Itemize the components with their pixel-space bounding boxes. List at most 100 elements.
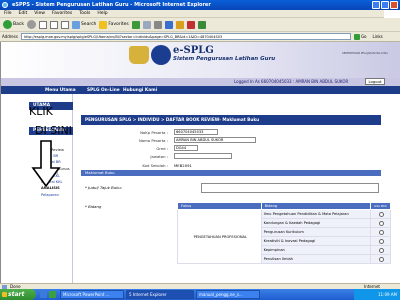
site-title: e-SPLG <box>173 45 214 56</box>
mail-button[interactable] <box>142 20 151 30</box>
site-banner: e-SPLG Sistem Pengurusan Latihan Guru KE… <box>1 42 400 78</box>
header-fokus: Fokus <box>177 202 262 210</box>
nav-bar: Menu Utama SPLG On-Line Hubungi Kami <box>1 86 400 94</box>
go-button[interactable]: Go <box>353 33 367 40</box>
menu-bar: File Edit View Favorites Tools Help <box>0 10 400 18</box>
print-button[interactable] <box>153 20 162 30</box>
menu-help[interactable]: Help <box>97 10 107 17</box>
jawatan-label: Jawatan : <box>150 154 168 159</box>
clock: 11:09 AM <box>378 292 397 297</box>
bidang-cell: Ilmu Pengetahuan Pendidikan & Mata Pelaj… <box>260 209 372 219</box>
site-subtitle: Sistem Pengurusan Latihan Guru <box>173 56 276 62</box>
bidang-radio[interactable] <box>379 220 385 226</box>
kod-sekolah-label: Kod Sekolah : <box>142 163 168 168</box>
menu-tools[interactable]: Tools <box>79 10 90 17</box>
star-icon <box>99 20 108 29</box>
logout-button[interactable]: Logout <box>365 78 385 85</box>
edit-button[interactable] <box>164 20 173 30</box>
home-icon <box>60 20 69 29</box>
go-label: Go <box>360 34 367 39</box>
back-arrow-icon <box>3 20 12 29</box>
menu-favorites[interactable]: Favorites <box>52 10 72 17</box>
windows-logo-icon <box>384 10 400 18</box>
nav-menu-utama[interactable]: Menu Utama <box>45 88 76 93</box>
bidang-cell: Kreativiti & Inovasi Pedagogi <box>260 236 372 246</box>
discuss-button[interactable] <box>175 20 184 30</box>
breadcrumb: PENGURUSAN SPLG > INDIVIDU > DAFTAR BOOK… <box>81 115 381 125</box>
research-button[interactable] <box>186 20 195 30</box>
sidebar-item-pelaporan[interactable]: Pelaporan <box>41 193 59 197</box>
radio-cell <box>370 227 391 237</box>
messenger-icon <box>197 20 206 29</box>
sidebar: UTAMA PERSEDIAAN-SPLG Book Review (BR) D… <box>1 94 73 283</box>
logged-in-text: Logged In As 660704045033 : AMRAN BIN AB… <box>234 79 349 84</box>
radio-cell <box>370 209 391 219</box>
nama-label: Nama Pesarta : <box>138 138 168 143</box>
kod-sekolah-value: MEB2091 <box>174 163 192 168</box>
search-button[interactable]: Search <box>71 20 97 30</box>
login-bar: Logged In As 660704045033 : AMRAN BIN AB… <box>1 78 400 86</box>
go-arrow-icon <box>353 33 360 40</box>
down-arrow-icon <box>31 140 61 188</box>
internet-explorer-icon <box>2 2 8 8</box>
page-content: e-SPLG Sistem Pengurusan Latihan Guru KE… <box>0 42 400 283</box>
address-label: Address <box>2 34 18 39</box>
refresh-icon <box>49 20 58 29</box>
radio-cell <box>370 245 391 255</box>
menu-edit[interactable]: Edit <box>19 10 28 17</box>
annotation-di-sini: DI SINI <box>35 124 72 137</box>
menu-view[interactable]: View <box>34 10 45 17</box>
stop-button[interactable] <box>38 20 47 30</box>
task-manual[interactable]: manual_pengg.ne_s... <box>196 290 260 299</box>
section-maklumat-buku: Maklumat Buku <box>81 170 381 176</box>
window-title: eSPPS - Sistem Pengurusan Latihan Guru -… <box>12 2 211 8</box>
address-input[interactable]: http://esplg.moe.gov.my/splg/splg/eSPLG/… <box>20 33 351 40</box>
favorites-button[interactable]: Favorites <box>99 20 129 30</box>
folder-icon <box>175 20 184 29</box>
menu-file[interactable]: File <box>4 10 12 17</box>
bidang-cell: Penulisan Ilmiah <box>260 254 372 264</box>
search-label: Search <box>80 22 97 27</box>
nav-splg-online[interactable]: SPLG On-Line <box>87 88 120 93</box>
bidang-radio[interactable] <box>379 211 385 217</box>
radio-cell <box>370 236 391 246</box>
history-icon <box>131 20 140 29</box>
gred-select[interactable]: DG44 <box>174 145 198 151</box>
quicklaunch-ie-icon[interactable] <box>40 291 47 298</box>
close-button[interactable] <box>390 1 398 9</box>
links-button[interactable]: Links <box>372 34 382 39</box>
jawatan-field[interactable] <box>174 153 232 159</box>
taskbar: start Microsoft PowerPoint ... 5 Interne… <box>0 289 400 300</box>
nav-hubungi-kami[interactable]: Hubungi Kami <box>123 88 157 93</box>
quicklaunch-desktop-icon[interactable] <box>49 291 56 298</box>
maximize-button[interactable] <box>381 1 389 9</box>
annotation-klik: KLIK <box>29 105 53 118</box>
bidang-cell: Kandungan & Kaedah Pedagogi <box>260 218 372 228</box>
history-button[interactable] <box>131 20 140 30</box>
forward-arrow-icon <box>26 20 36 29</box>
bidang-radio[interactable] <box>379 256 385 262</box>
bidang-label: * Bidang <box>85 204 102 209</box>
ministry-text: KEMENTERIAN PELAJARAN MALAYSIA <box>342 52 388 55</box>
research-icon <box>186 20 195 29</box>
radio-cell <box>370 254 391 264</box>
home-button[interactable] <box>60 20 69 30</box>
system-tray: 11:09 AM <box>354 289 400 300</box>
back-button[interactable]: Back <box>3 20 24 30</box>
bidang-radio[interactable] <box>379 247 385 253</box>
start-button[interactable]: start <box>0 289 36 300</box>
no-pekerja-field[interactable]: 660704045033 <box>174 129 218 135</box>
task-internet-explorer[interactable]: 5 Internet Explorer <box>126 290 194 299</box>
table-row: PENGETAHUAN PROFESIONAL Ilmu Pengetahuan… <box>177 209 391 264</box>
forward-button[interactable] <box>26 20 36 30</box>
header-ada-pilih: Ada Pilih <box>370 202 391 210</box>
nama-field[interactable]: AMRAN BIN ABDUL SUKOR <box>174 137 256 143</box>
bidang-radio[interactable] <box>379 238 385 244</box>
task-powerpoint[interactable]: Microsoft PowerPoint ... <box>60 290 124 299</box>
refresh-button[interactable] <box>49 20 58 30</box>
bidang-radio[interactable] <box>379 229 385 235</box>
judul-input[interactable] <box>201 183 379 193</box>
back-label: Back <box>13 22 24 27</box>
messenger-button[interactable] <box>197 20 206 30</box>
minimize-button[interactable] <box>372 1 380 9</box>
